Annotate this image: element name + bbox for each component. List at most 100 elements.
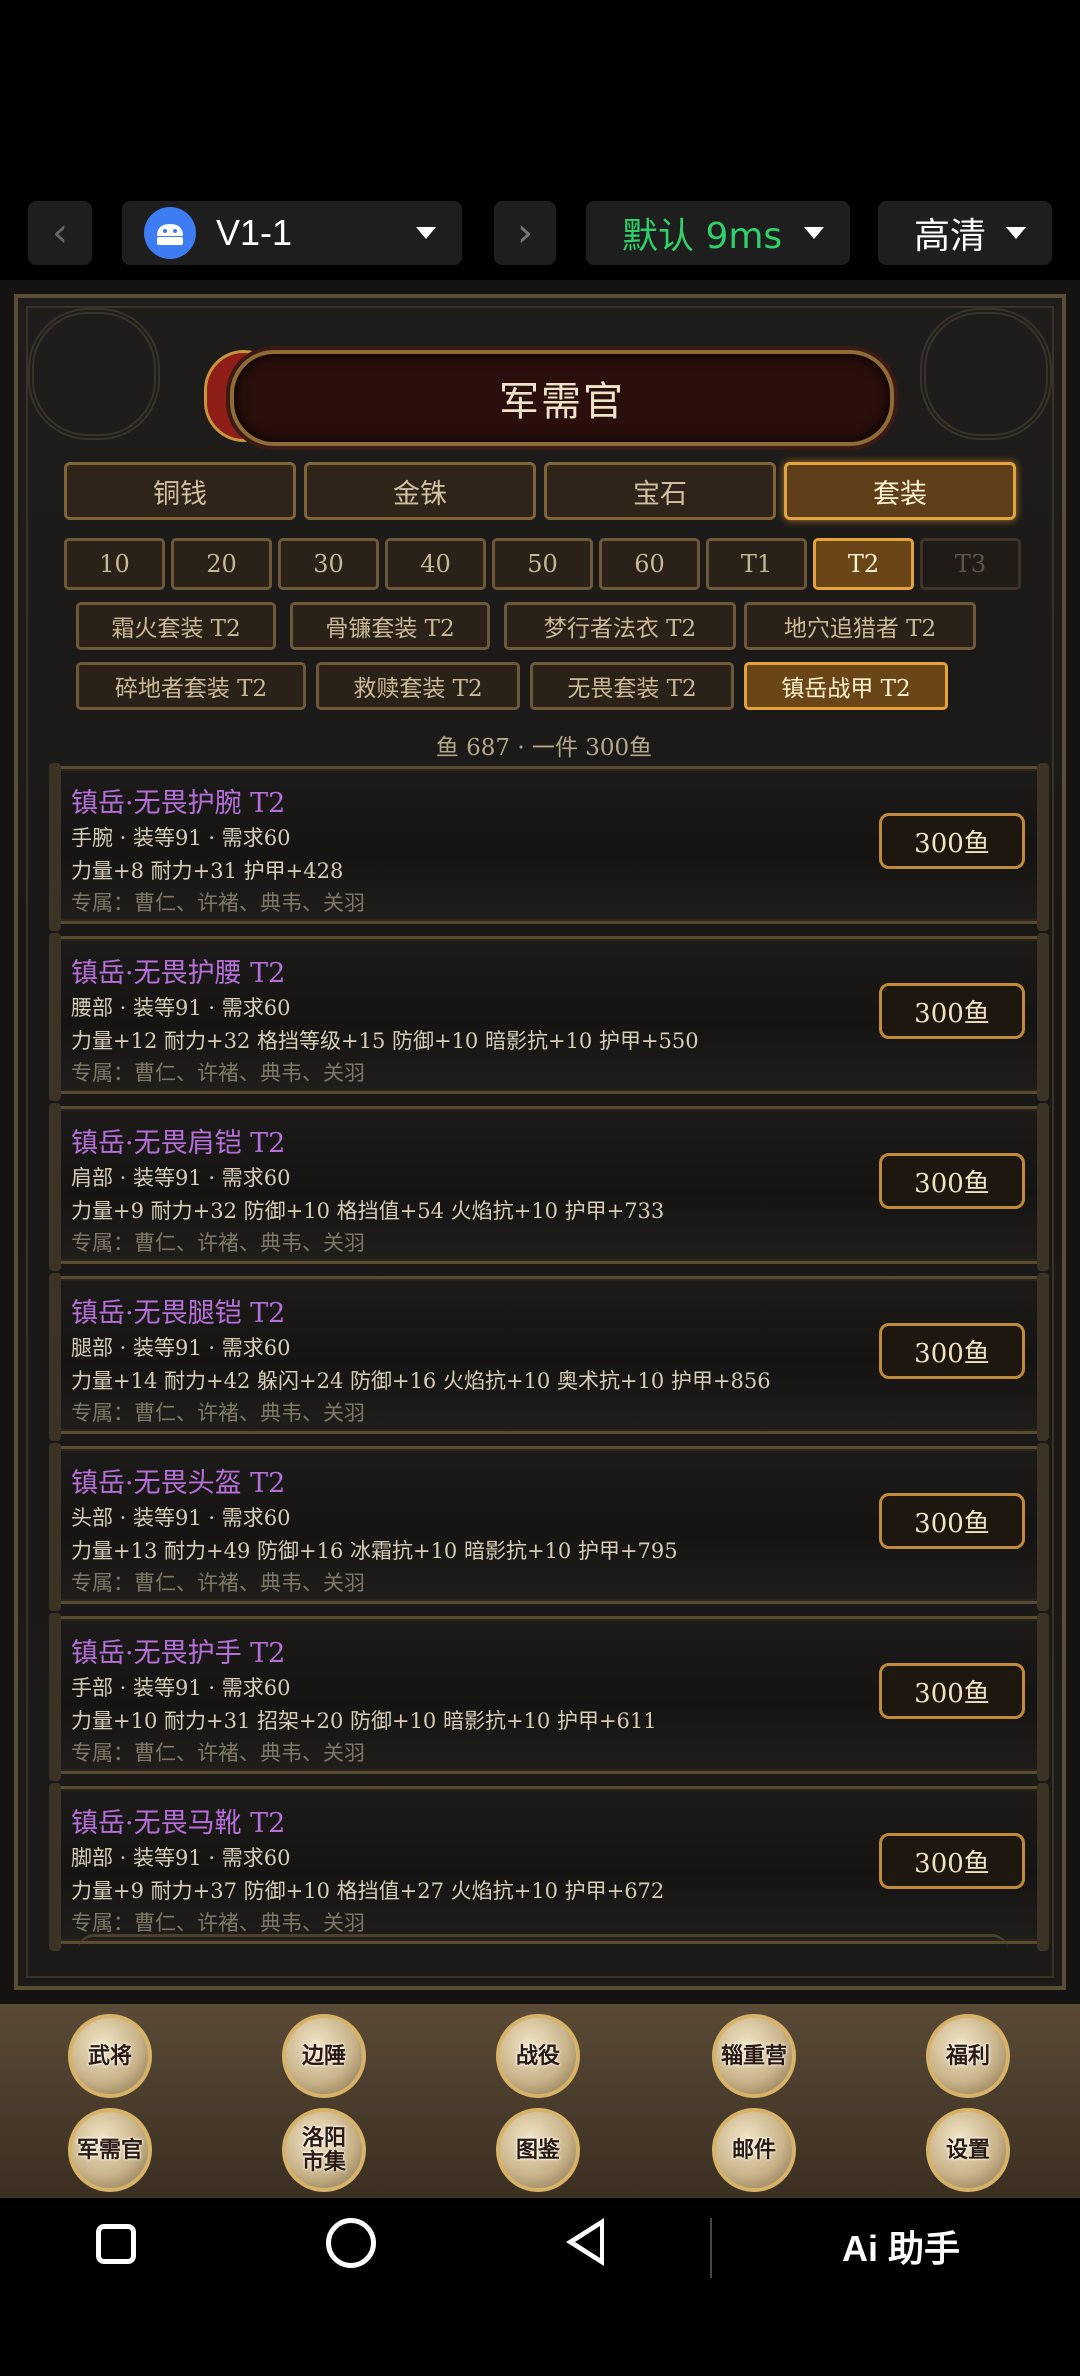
chevron-right-icon: ›: [517, 210, 533, 256]
item-stats: 力量+14 耐力+42 躲闪+24 防御+16 火焰抗+10 奥术抗+10 护甲…: [71, 1369, 771, 1393]
item-slot: 脚部 · 装等91 · 需求60: [71, 1846, 291, 1870]
buy-button[interactable]: 300鱼: [879, 1323, 1025, 1379]
set-tabs: 霜火套装 T2 骨镰套装 T2 梦行者法衣 T2 地穴追猎者 T2 碎地者套装 …: [76, 602, 1056, 722]
item-name: 镇岳·无畏护腕 T2: [71, 788, 286, 819]
quality-label: 高清: [914, 216, 987, 257]
back-button[interactable]: ‹: [28, 201, 92, 265]
list-item: 镇岳·无畏肩铠 T2 肩部 · 装等91 · 需求60 力量+9 耐力+32 防…: [49, 1103, 1049, 1271]
item-name: 镇岳·无畏肩铠 T2: [71, 1128, 286, 1159]
buy-button[interactable]: 300鱼: [879, 1153, 1025, 1209]
item-exclusive: 专属：曹仁、许褚、典韦、关羽: [71, 1571, 365, 1595]
set-label: 地穴追猎者 T2: [783, 616, 937, 642]
device-selector[interactable]: V1-1: [122, 201, 462, 265]
top-toolbar: ‹ V1-1 › 默认 9ms 高清: [0, 190, 1080, 280]
tab-label: 宝石: [633, 478, 687, 510]
home-button[interactable]: [326, 2218, 376, 2268]
nav-label: 福利: [945, 2043, 990, 2069]
tab-label: 铜钱: [153, 478, 207, 510]
item-slot: 腰部 · 装等91 · 需求60: [71, 996, 291, 1020]
buy-button[interactable]: 300鱼: [879, 813, 1025, 869]
set-tab[interactable]: 霜火套装 T2: [76, 602, 276, 650]
item-slot: 肩部 · 装等91 · 需求60: [71, 1166, 291, 1190]
tab-label: 金铢: [393, 478, 447, 510]
tier-label: T1: [740, 550, 773, 578]
corner-ornament: [920, 308, 1052, 440]
item-exclusive: 专属：曹仁、许褚、典韦、关羽: [71, 1061, 365, 1085]
currency-balance: 鱼 687 · 一件 300鱼: [435, 735, 653, 761]
tier-tab-active[interactable]: T2: [813, 538, 914, 590]
set-label: 镇岳战甲 T2: [781, 676, 911, 702]
set-tab-active[interactable]: 镇岳战甲 T2: [744, 662, 948, 710]
nav-quartermaster[interactable]: 军需官: [68, 2108, 152, 2192]
forward-button[interactable]: ›: [494, 201, 556, 265]
item-exclusive: 专属：曹仁、许褚、典韦、关羽: [71, 1231, 365, 1255]
quality-selector[interactable]: 高清: [878, 201, 1052, 265]
nav-label: 武将: [87, 2043, 132, 2069]
corner-ornament: [28, 308, 160, 440]
nav-campaign[interactable]: 战役: [496, 2014, 580, 2098]
item-stats: 力量+9 耐力+32 防御+10 格挡值+54 火焰抗+10 护甲+733: [71, 1199, 665, 1223]
nav-label: 军需官: [76, 2137, 143, 2163]
buy-button[interactable]: 300鱼: [879, 1833, 1025, 1889]
item-list: 镇岳·无畏护腕 T2 手腕 · 装等91 · 需求60 力量+8 耐力+31 护…: [49, 763, 1049, 1956]
tier-tab[interactable]: 10: [64, 538, 165, 590]
item-exclusive: 专属：曹仁、许褚、典韦、关羽: [71, 891, 365, 915]
ai-assistant-button[interactable]: Ai 助手: [842, 2220, 960, 2272]
tier-tab[interactable]: 30: [278, 538, 379, 590]
tier-tab[interactable]: 50: [492, 538, 593, 590]
page-title: 军需官: [499, 379, 625, 425]
tier-tab[interactable]: 20: [171, 538, 272, 590]
currency-tabs: 铜钱 金铢 宝石 套装: [64, 462, 1054, 524]
nav-label: 洛阳市集: [301, 2125, 346, 2175]
set-label: 梦行者法衣 T2: [543, 616, 697, 642]
nav-generals[interactable]: 武将: [68, 2014, 152, 2098]
recents-button[interactable]: [96, 2224, 136, 2264]
android-icon: [144, 207, 196, 259]
nav-settings[interactable]: 设置: [926, 2108, 1010, 2192]
game-area: 军需官 铜钱 金铢 宝石 套装 10 20 30 40 50 60 T1 T2 …: [0, 280, 1080, 2004]
latency-selector[interactable]: 默认 9ms: [586, 201, 850, 265]
nav-welfare[interactable]: 福利: [926, 2014, 1010, 2098]
set-tab[interactable]: 骨镰套装 T2: [290, 602, 490, 650]
item-name: 镇岳·无畏腿铠 T2: [71, 1298, 286, 1329]
set-tab[interactable]: 梦行者法衣 T2: [504, 602, 736, 650]
set-tab[interactable]: 碎地者套装 T2: [76, 662, 306, 710]
item-exclusive: 专属：曹仁、许褚、典韦、关羽: [71, 1911, 365, 1935]
title-banner: 军需官: [230, 350, 894, 446]
chevron-down-icon: [416, 227, 436, 239]
nav-codex[interactable]: 图鉴: [496, 2108, 580, 2192]
nav-luoyang-market[interactable]: 洛阳市集: [282, 2108, 366, 2192]
item-name: 镇岳·无畏护手 T2: [71, 1638, 286, 1669]
nav-divider: [710, 2218, 712, 2278]
chevron-down-icon: [804, 227, 824, 239]
item-slot: 手部 · 装等91 · 需求60: [71, 1676, 291, 1700]
buy-button[interactable]: 300鱼: [879, 983, 1025, 1039]
item-slot: 腿部 · 装等91 · 需求60: [71, 1336, 291, 1360]
item-stats: 力量+12 耐力+32 格挡等级+15 防御+10 暗影抗+10 护甲+550: [71, 1029, 699, 1053]
nav-mail[interactable]: 邮件: [712, 2108, 796, 2192]
set-tab[interactable]: 无畏套装 T2: [530, 662, 734, 710]
tab-sets[interactable]: 套装: [784, 462, 1016, 520]
tier-tabs: 10 20 30 40 50 60 T1 T2 T3: [64, 538, 1054, 594]
item-slot: 手腕 · 装等91 · 需求60: [71, 826, 291, 850]
tab-copper[interactable]: 铜钱: [64, 462, 296, 520]
nav-label: 图鉴: [515, 2137, 560, 2163]
nav-label: 邮件: [731, 2137, 776, 2163]
set-tab[interactable]: 地穴追猎者 T2: [744, 602, 976, 650]
back-triangle-button[interactable]: [566, 2218, 604, 2266]
tier-label: 50: [527, 550, 558, 578]
bottom-ornament: [78, 1934, 1008, 1969]
tab-gold[interactable]: 金铢: [304, 462, 536, 520]
tier-tab[interactable]: 40: [385, 538, 486, 590]
nav-supply-camp[interactable]: 辎重营: [712, 2014, 796, 2098]
set-label: 霜火套装 T2: [111, 616, 241, 642]
nav-frontier[interactable]: 边陲: [282, 2014, 366, 2098]
game-bottom-nav: 武将 边陲 战役 辎重营 福利 军需官 洛阳市集 图鉴 邮件 设置: [0, 2004, 1080, 2198]
tier-tab[interactable]: 60: [599, 538, 700, 590]
buy-button[interactable]: 300鱼: [879, 1663, 1025, 1719]
set-tab[interactable]: 救赎套装 T2: [316, 662, 520, 710]
buy-button[interactable]: 300鱼: [879, 1493, 1025, 1549]
tier-tab[interactable]: T1: [706, 538, 807, 590]
quartermaster-panel: 军需官 铜钱 金铢 宝石 套装 10 20 30 40 50 60 T1 T2 …: [14, 294, 1066, 1990]
tab-gems[interactable]: 宝石: [544, 462, 776, 520]
